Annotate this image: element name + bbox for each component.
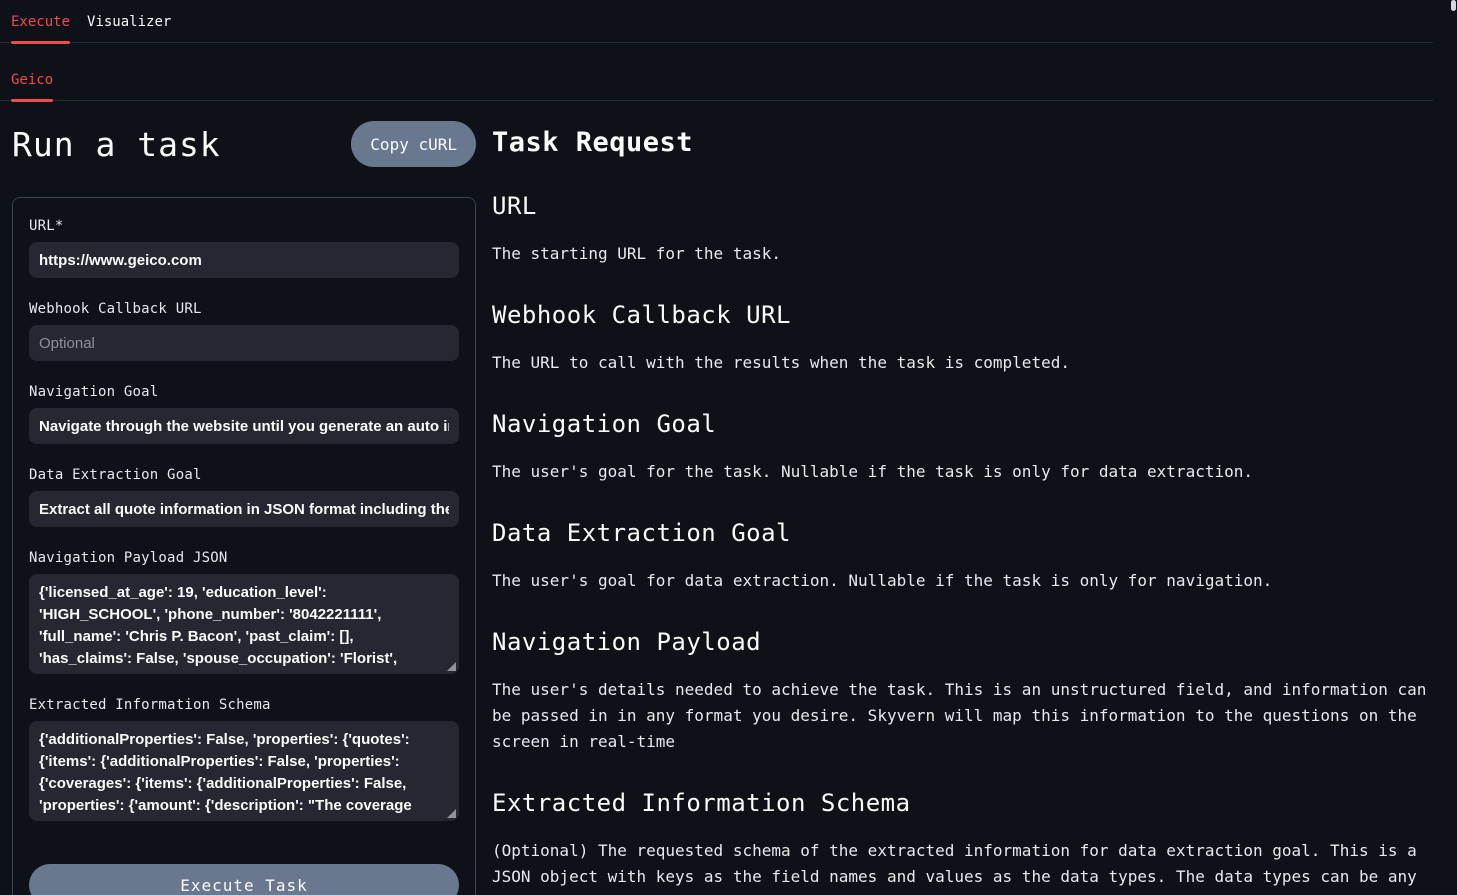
doc-heading-extracted-schema: Extracted Information Schema [492,789,1433,817]
doc-heading-url: URL [492,192,1433,220]
webhook-label: Webhook Callback URL [29,301,459,317]
page-title: Run a task [12,125,221,164]
navigation-payload-field-group: Navigation Payload JSON {'licensed_at_ag… [29,550,459,674]
task-form-card: URL* Webhook Callback URL Navigation Goa… [12,197,476,895]
data-extraction-goal-input[interactable] [29,491,459,527]
navigation-payload-label: Navigation Payload JSON [29,550,459,566]
extracted-schema-wrap: {'additionalProperties': False, 'propert… [29,721,459,821]
form-header: Run a task Copy cURL [12,121,476,167]
doc-heading-navigation-payload: Navigation Payload [492,628,1433,656]
navigation-goal-field-group: Navigation Goal [29,384,459,444]
navigation-goal-input[interactable] [29,408,459,444]
extracted-schema-label: Extracted Information Schema [29,697,459,713]
docs-title: Task Request [492,127,1433,158]
url-field-group: URL* [29,218,459,278]
resize-handle-icon[interactable] [447,809,456,818]
page-scrollbar-thumb[interactable] [1451,0,1456,11]
doc-heading-webhook: Webhook Callback URL [492,301,1433,329]
navigation-goal-label: Navigation Goal [29,384,459,400]
copy-curl-button[interactable]: Copy cURL [351,121,476,167]
webhook-input[interactable] [29,325,459,361]
sub-tabbar: Geico [0,73,1433,101]
data-extraction-goal-label: Data Extraction Goal [29,467,459,483]
doc-heading-data-extraction-goal: Data Extraction Goal [492,519,1433,547]
tab-geico[interactable]: Geico [11,73,53,100]
resize-handle-icon[interactable] [447,662,456,671]
navigation-payload-textarea[interactable]: {'licensed_at_age': 19, 'education_level… [29,574,459,674]
doc-body-navigation-payload: The user's details needed to achieve the… [492,677,1433,755]
navigation-payload-wrap: {'licensed_at_age': 19, 'education_level… [29,574,459,674]
doc-body-url: The starting URL for the task. [492,241,1433,267]
main-tabbar: Execute Visualizer [0,0,1433,43]
tab-execute[interactable]: Execute [11,15,70,42]
doc-body-extracted-schema: (Optional) The requested schema of the e… [492,838,1433,895]
url-label: URL* [29,218,459,234]
task-request-docs: Task Request URL The starting URL for th… [492,101,1433,895]
extracted-schema-textarea[interactable]: {'additionalProperties': False, 'propert… [29,721,459,821]
doc-heading-navigation-goal: Navigation Goal [492,410,1433,438]
doc-body-navigation-goal: The user's goal for the task. Nullable i… [492,459,1433,485]
execute-task-button[interactable]: Execute Task [29,864,459,895]
extracted-schema-field-group: Extracted Information Schema {'additiona… [29,697,459,821]
url-input[interactable] [29,242,459,278]
data-extraction-goal-field-group: Data Extraction Goal [29,467,459,527]
doc-body-webhook: The URL to call with the results when th… [492,350,1433,376]
doc-body-data-extraction-goal: The user's goal for data extraction. Nul… [492,568,1433,594]
task-form-panel: Run a task Copy cURL URL* Webhook Callba… [12,101,476,895]
main-content: Run a task Copy cURL URL* Webhook Callba… [0,101,1457,895]
tab-visualizer[interactable]: Visualizer [87,15,171,42]
webhook-field-group: Webhook Callback URL [29,301,459,361]
